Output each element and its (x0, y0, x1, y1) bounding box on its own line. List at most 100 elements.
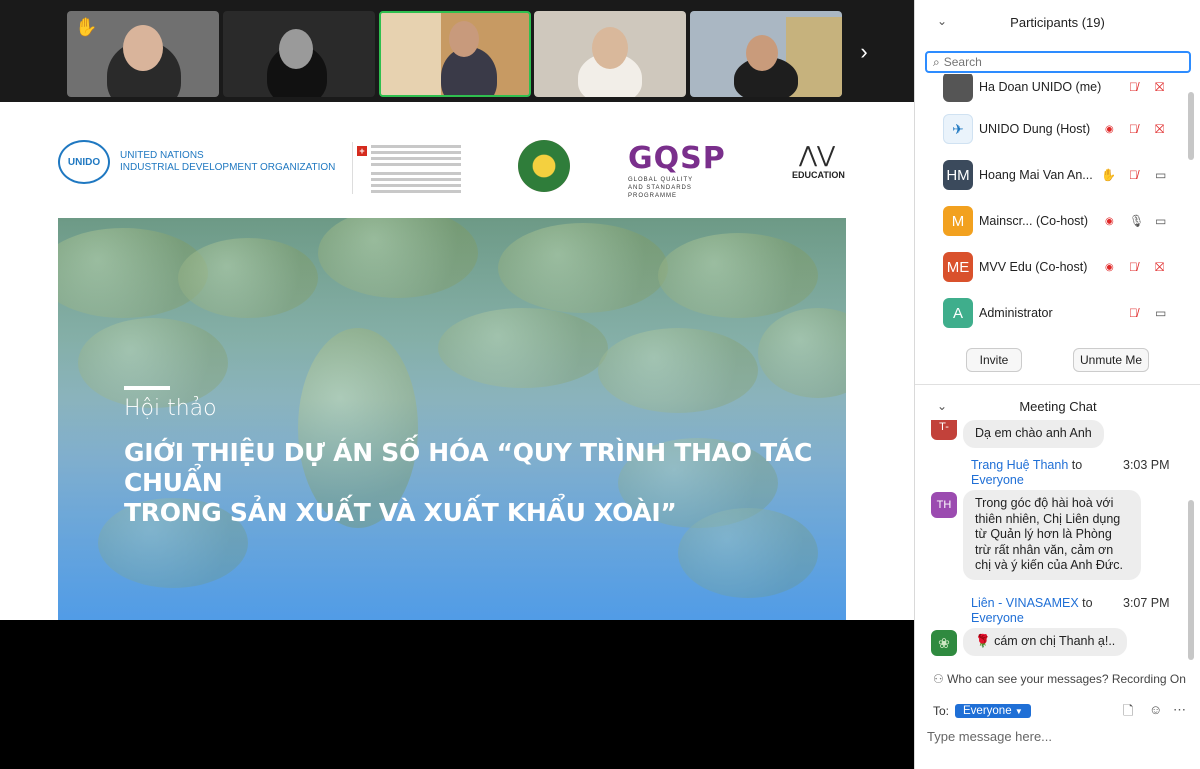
participants-scrollbar[interactable] (1188, 92, 1194, 160)
chat-bubble-text: cám ơn chị Thanh ạ!.. (994, 634, 1116, 648)
participant-row[interactable]: M Mainscr... (Co-host) ◉ 🎙 ▭ (915, 198, 1187, 244)
invite-button[interactable]: Invite (966, 348, 1022, 372)
chat-sender-line: Liên - VINASAMEX to Everyone (971, 596, 1093, 626)
chat-bubble: Dạ em chào anh Anh (963, 420, 1104, 448)
raised-hand-icon: ✋ (75, 17, 98, 37)
participant-row[interactable]: A Administrator 🎙̸ ▭ (915, 290, 1187, 332)
avatar: M (943, 206, 973, 236)
microphone-muted-icon[interactable]: 🎙̸ (1129, 306, 1138, 320)
avatar: HM (943, 160, 973, 190)
chat-bubble-line: thiên nhiên, Chị Liên dụng (975, 511, 1121, 526)
chat-bubble-line: từ Quản lý hơn là Phòng (975, 527, 1112, 541)
raised-hand-icon: ✋ (1101, 168, 1116, 182)
chat-message-list: T- Dạ em chào anh Anh Trang Huệ Thanh to… (915, 420, 1187, 668)
chevron-right-icon[interactable]: › (852, 40, 876, 64)
more-options-icon[interactable]: ⋯ (1173, 702, 1186, 718)
unido-mark: UNIDO (58, 140, 110, 184)
participant-search[interactable]: ⌕ (925, 51, 1191, 73)
chat-scrollbar[interactable] (1188, 500, 1194, 660)
slide-accent-bar (124, 386, 170, 390)
video-area: ✋ › UNIDO UNITED NATIONS INDUSTRIAL DEVE… (0, 0, 914, 769)
slide-subtitle: Hội thảo (124, 396, 217, 421)
shared-screen-slide: UNIDO UNITED NATIONS INDUSTRIAL DEVELOPM… (0, 102, 914, 620)
gqsp-sub1: GLOBAL QUALITY (628, 177, 694, 183)
avatar: ❀ (931, 630, 957, 656)
participant-row[interactable]: ✈ UNIDO Dung (Host) ◉ 🎙̸ ⛝ (915, 106, 1187, 152)
emoji-icon[interactable]: ☺ (1149, 702, 1162, 717)
gqsp-sub2: AND STANDARDS PROGRAMME (628, 185, 692, 199)
gqsp-logo: GQSP GLOBAL QUALITY AND STANDARDS PROGRA… (628, 141, 738, 200)
microphone-muted-icon[interactable]: 🎙̸ (1129, 122, 1138, 136)
slide-title: GIỚI THIỆU DỰ ÁN SỐ HÓA “QUY TRÌNH THAO … (124, 438, 824, 528)
video-off-icon[interactable]: ⛝ (1155, 122, 1164, 137)
slide-logo-bar: UNIDO UNITED NATIONS INDUSTRIAL DEVELOPM… (58, 102, 846, 218)
video-thumbnail-4[interactable] (534, 11, 686, 97)
avatar: ✈ (943, 114, 973, 144)
participant-row[interactable]: HM Hoang Mai Van An... ✋ 🎙̸ ▭ (915, 152, 1187, 198)
swiss-confederation-logo: + (352, 142, 462, 194)
chat-to-word: to (1082, 596, 1093, 610)
avatar: TH (931, 492, 957, 518)
participant-name: MVV Edu (Co-host) (979, 260, 1088, 274)
participant-name: UNIDO Dung (Host) (979, 122, 1091, 136)
video-icon[interactable]: ▭ (1155, 306, 1166, 320)
gqsp-letters: GQSP (628, 141, 726, 176)
video-thumbnail-3-active-speaker[interactable] (379, 11, 531, 97)
slide-title-line1: GIỚI THIỆU DỰ ÁN SỐ HÓA “QUY TRÌNH THAO … (124, 438, 812, 497)
chat-sender[interactable]: Liên - VINASAMEX (971, 596, 1079, 610)
participant-name: Ha Doan UNIDO (me) (979, 80, 1102, 94)
video-thumbnail-strip: ✋ › (0, 0, 914, 102)
ministry-rice-emblem-logo (518, 140, 570, 192)
participant-actions: Invite Unmute Me (915, 344, 1200, 376)
avatar: ME (943, 252, 973, 282)
participant-row[interactable]: Ha Doan UNIDO (me) 🎙̸ ⛝ (915, 74, 1187, 110)
unido-line2: INDUSTRIAL DEVELOPMENT ORGANIZATION (120, 162, 336, 173)
participants-header: ⌄ Participants (19) (915, 0, 1200, 44)
chat-recipient[interactable]: Everyone (971, 473, 1024, 487)
video-icon[interactable]: ▭ (1155, 168, 1166, 182)
participant-name: Hoang Mai Van An... (979, 168, 1093, 182)
to-label: To: (933, 704, 950, 718)
chat-title: Meeting Chat (1019, 398, 1097, 414)
person-info-icon: ⚇ (933, 672, 948, 686)
participants-title: Participants (19) (1010, 14, 1105, 30)
side-panel: ⌄ Participants (19) ⌕ Ha Doan UNIDO (me)… (914, 0, 1200, 769)
video-thumbnail-1[interactable]: ✋ (67, 11, 219, 97)
search-icon: ⌕ (933, 54, 940, 69)
participant-list: Ha Doan UNIDO (me) 🎙̸ ⛝ ✈ UNIDO Dung (Ho… (915, 74, 1187, 332)
file-icon[interactable]: 🗋 (1123, 702, 1133, 724)
caret-down-icon: ▼ (1014, 707, 1023, 716)
chat-bubble: 🌹 cám ơn chị Thanh ạ!.. (963, 628, 1128, 656)
video-thumbnail-5[interactable] (690, 11, 842, 97)
participant-name: Mainscr... (Co-host) (979, 214, 1089, 228)
microphone-muted-icon[interactable]: 🎙̸ (1129, 168, 1138, 182)
unido-logo: UNIDO UNITED NATIONS INDUSTRIAL DEVELOPM… (58, 140, 335, 184)
participant-row[interactable]: ME MVV Edu (Co-host) ◉ 🎙̸ ⛝ (915, 244, 1187, 290)
chat-bubble-line: chị và ý kiến của Anh Đức. (975, 558, 1124, 572)
mango-background-image: Hội thảo GIỚI THIỆU DỰ ÁN SỐ HÓA “QUY TR… (58, 218, 846, 620)
chat-message-input[interactable] (927, 726, 1187, 746)
who-can-see-link[interactable]: ⚇ Who can see your messages? Recording O… (933, 672, 1186, 686)
microphone-muted-icon[interactable]: 🎙̸ (1129, 260, 1138, 274)
chevron-down-icon[interactable]: ⌄ (937, 399, 947, 413)
video-thumbnail-2[interactable] (223, 11, 375, 97)
chevron-down-icon[interactable]: ⌄ (937, 14, 947, 28)
recipient-dropdown[interactable]: Everyone ▼ (955, 704, 1031, 718)
video-off-icon[interactable]: ⛝ (1155, 260, 1164, 275)
microphone-muted-icon[interactable]: 🎙̸ (1129, 80, 1138, 94)
search-input[interactable] (943, 55, 1164, 69)
unmute-me-button[interactable]: Unmute Me (1073, 348, 1149, 372)
chat-sender[interactable]: Trang Huệ Thanh (971, 458, 1068, 472)
recipient-value: Everyone (963, 705, 1012, 717)
recording-icon: ◉ (1105, 261, 1114, 273)
avatar: A (943, 298, 973, 328)
video-icon[interactable]: ▭ (1155, 214, 1166, 228)
slide-title-line2: TRONG SẢN XUẤT VÀ XUẤT KHẨU XOÀI” (124, 498, 677, 527)
microphone-icon[interactable]: 🎙 (1129, 214, 1144, 228)
chat-recipient[interactable]: Everyone (971, 611, 1024, 625)
video-off-icon[interactable]: ⛝ (1155, 80, 1164, 95)
chat-timestamp: 3:03 PM (1123, 458, 1170, 472)
participant-name: Administrator (979, 306, 1053, 320)
mvv-education-logo: ⋀⋁ EDUCATION (792, 140, 845, 192)
mvv-mark-icon: ⋀⋁ (798, 142, 836, 167)
